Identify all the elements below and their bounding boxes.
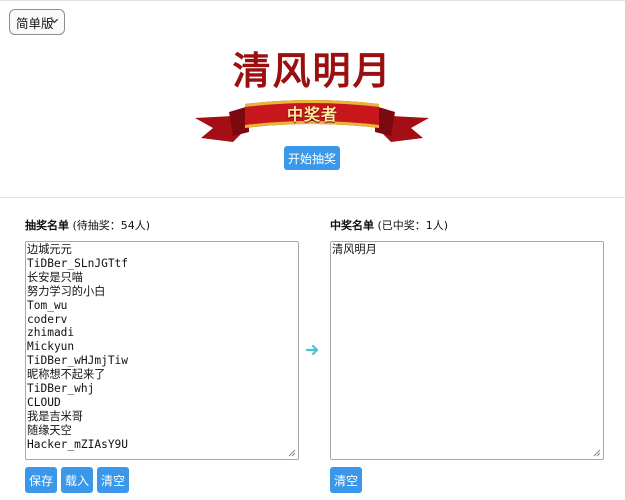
save-button[interactable]: 保存: [25, 467, 57, 493]
list-entry: Hacker_mZIAsY9U: [27, 437, 129, 451]
list-entry: Tom_wu: [27, 298, 68, 312]
list-entry: 努力学习的小白: [27, 284, 106, 298]
mode-select-value: 简单版: [16, 15, 54, 31]
list-entry: 昵称想不起来了: [27, 368, 106, 382]
top-border: [0, 0, 625, 1]
arrow-right-icon: [306, 344, 319, 356]
winners-title: 中奖名单: [330, 219, 374, 232]
start-draw-button[interactable]: 开始抽奖: [284, 146, 340, 170]
list-entry: zhimadi: [27, 326, 75, 340]
list-entry: 长安是只喵: [27, 270, 83, 284]
mode-select[interactable]: 简单版: [9, 9, 65, 35]
winner-banner-label: 中奖者: [286, 105, 338, 124]
list-entry: 清风明月: [332, 243, 377, 256]
list-entry: 随缘天空: [27, 423, 72, 437]
pool-title: 抽奖名单: [25, 219, 69, 232]
resize-grip-icon[interactable]: [288, 449, 296, 457]
list-entry: 边城元元: [27, 243, 72, 256]
pool-status: (待抽奖：54人): [72, 219, 151, 232]
clear-pool-button[interactable]: 清空: [97, 467, 129, 493]
list-entry: coderv: [27, 312, 68, 326]
list-entry: TiDBer_whj: [27, 382, 95, 396]
winners-entries: 清风明月: [331, 242, 603, 257]
list-entry: CLOUD: [27, 395, 61, 409]
chevron-down-icon: [50, 18, 59, 24]
list-entry: 我是吉米哥: [27, 409, 83, 423]
load-button[interactable]: 载入: [61, 467, 93, 493]
winners-status: (已中奖：1人): [377, 219, 449, 232]
pool-textarea[interactable]: 边城元元 TiDBer_SLnJGTtf 长安是只喵 努力学习的小白 Tom_wu cod…: [25, 241, 299, 460]
clear-winners-button[interactable]: 清空: [330, 467, 362, 493]
list-entry: TiDBer_wHJmjTiw: [27, 354, 129, 368]
pool-header: 抽奖名单 (待抽奖：54人): [25, 217, 150, 233]
section-divider: [0, 197, 625, 198]
pool-entries: 边城元元 TiDBer_SLnJGTtf 长安是只喵 努力学习的小白 Tom_wu cod…: [26, 242, 298, 452]
winners-header: 中奖名单 (已中奖：1人): [330, 217, 448, 233]
list-entry: Mickyun: [27, 340, 75, 354]
resize-grip-icon[interactable]: [593, 449, 601, 457]
winners-textarea[interactable]: 清风明月: [330, 241, 604, 460]
winner-name-display: 清风明月: [232, 48, 393, 93]
list-entry: TiDBer_SLnJGTtf: [27, 256, 129, 270]
